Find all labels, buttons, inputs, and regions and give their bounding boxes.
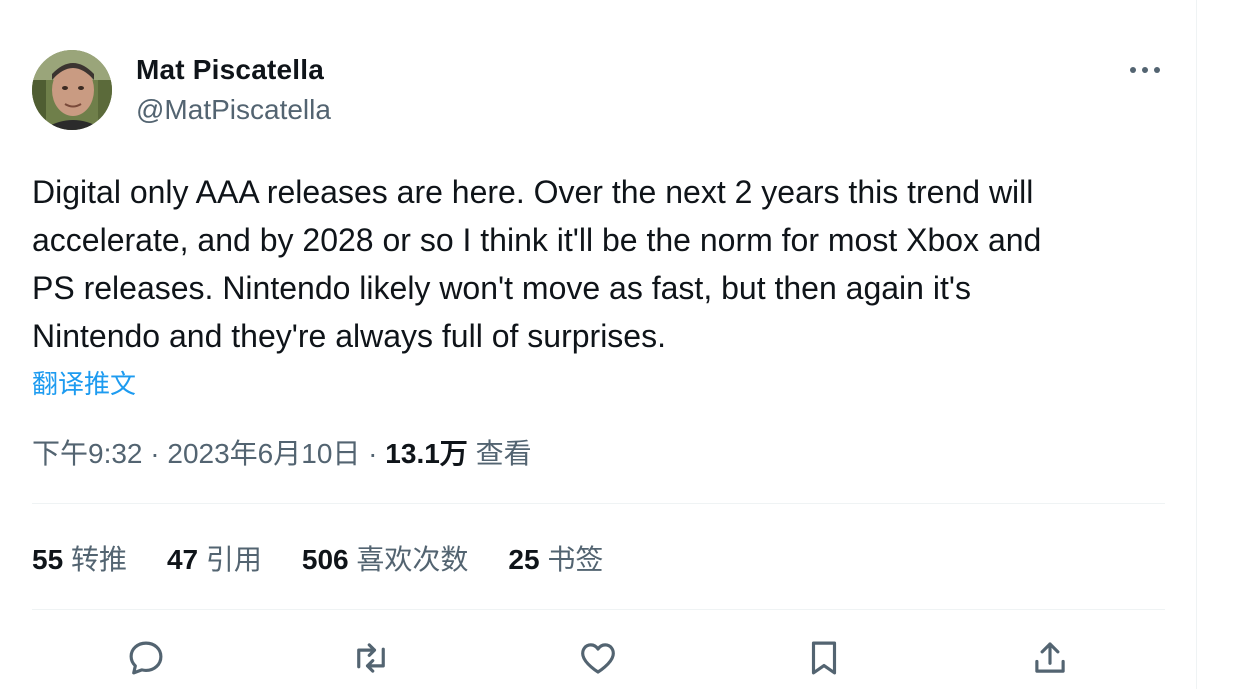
retweets-count: 55	[32, 544, 64, 575]
quotes-label: 引用	[205, 544, 262, 575]
likes-stat[interactable]: 506 喜欢次数	[302, 538, 469, 578]
like-button[interactable]	[574, 634, 622, 682]
reply-icon	[129, 641, 163, 675]
bookmark-button[interactable]	[800, 634, 848, 682]
avatar[interactable]	[32, 50, 112, 130]
tweet-date[interactable]: 2023年6月10日	[167, 438, 360, 469]
author-display-name[interactable]: Mat Piscatella	[136, 54, 324, 86]
tweet-text-line: accelerate, and by 2028 or so I think it…	[32, 222, 1042, 258]
bookmarks-count: 25	[508, 544, 540, 575]
share-button[interactable]	[1026, 634, 1074, 682]
likes-label: 喜欢次数	[356, 544, 469, 575]
retweet-icon	[357, 643, 385, 673]
bookmark-icon	[811, 641, 837, 675]
tweet-detail: Mat Piscatella @MatPiscatella Digital on…	[0, 0, 1196, 689]
heart-icon	[581, 643, 615, 674]
retweets-label: 转推	[70, 544, 127, 575]
avatar-photo	[32, 50, 112, 130]
views-count[interactable]: 13.1万	[385, 438, 468, 469]
more-options-button[interactable]	[1124, 56, 1166, 84]
more-horizontal-icon	[1130, 67, 1160, 73]
meta-separator: ·	[360, 438, 386, 469]
bookmarks-label: 书签	[547, 544, 604, 575]
quotes-count: 47	[166, 544, 199, 575]
retweet-button[interactable]	[347, 634, 395, 682]
retweets-stat[interactable]: 55 转推	[32, 538, 127, 578]
views-label: 查看	[467, 438, 532, 469]
likes-count: 506	[301, 544, 349, 575]
author-handle[interactable]: @MatPiscatella	[136, 94, 331, 126]
divider	[32, 609, 1165, 610]
column-border	[1196, 0, 1197, 689]
meta-separator: ·	[142, 438, 168, 469]
bookmarks-stat[interactable]: 25 书签	[508, 538, 603, 578]
tweet-text-line: Digital only AAA releases are here. Over…	[32, 174, 1034, 210]
reply-button[interactable]	[122, 634, 170, 682]
share-icon	[1035, 642, 1065, 673]
translate-tweet-link[interactable]: 翻译推文	[32, 364, 136, 401]
tweet-meta: 下午9:32 · 2023年6月10日 · 13.1万 查看	[32, 432, 532, 472]
divider	[32, 503, 1165, 504]
engagement-stats: 55 转推 47 引用 506 喜欢次数 25 书签	[32, 538, 603, 578]
tweet-text-line: PS releases. Nintendo likely won't move …	[32, 270, 971, 306]
tweet-text: Digital only AAA releases are here. Over…	[32, 168, 1172, 360]
tweet-time[interactable]: 下午9:32	[32, 438, 143, 469]
quotes-stat[interactable]: 47 引用	[167, 538, 262, 578]
tweet-text-line: Nintendo and they're always full of surp…	[32, 318, 666, 354]
